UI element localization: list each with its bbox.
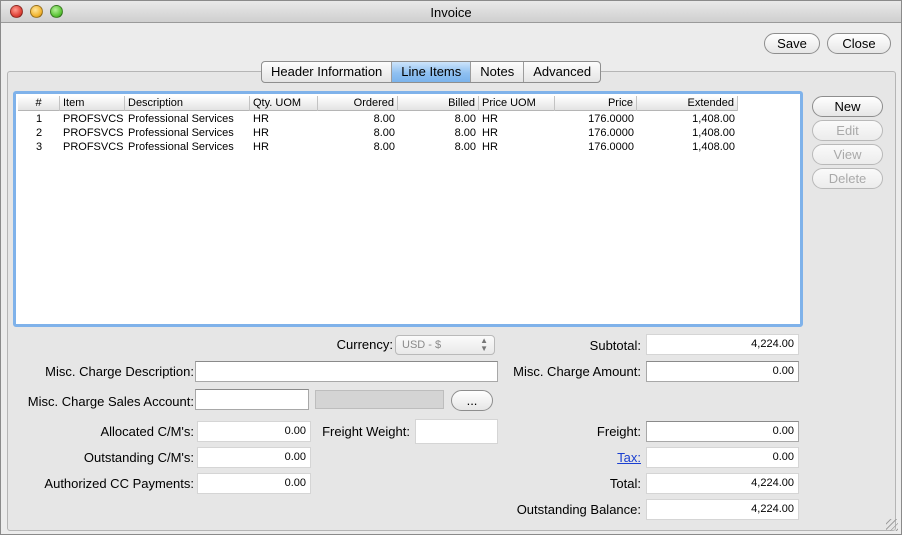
authorized-cc-payments-label: Authorized CC Payments:	[44, 476, 194, 491]
tab-bar: Header Information Line Items Notes Adva…	[261, 61, 602, 83]
cell-number: 2	[35, 127, 43, 139]
misc-charge-account-description	[315, 390, 444, 409]
column-header-qty-uom[interactable]: Qty. UOM	[250, 96, 318, 111]
cell-price-uom: HR	[482, 113, 498, 125]
misc-charge-amount-label: Misc. Charge Amount:	[513, 364, 641, 379]
tab-notes[interactable]: Notes	[471, 62, 525, 82]
column-header-number[interactable]: #	[18, 96, 60, 111]
column-header-billed[interactable]: Billed	[398, 96, 479, 111]
cell-price: 176.0000	[588, 113, 634, 125]
allocated-cm-value: 0.00	[197, 421, 311, 442]
cell-item: PROFSVCS	[63, 127, 124, 139]
cell-number: 1	[35, 113, 43, 125]
cell-extended: 1,408.00	[692, 141, 735, 153]
column-header-extended[interactable]: Extended	[637, 96, 738, 111]
cell-description: Professional Services	[128, 113, 234, 125]
cell-description: Professional Services	[128, 141, 234, 153]
freight-label: Freight:	[596, 424, 641, 439]
cell-billed: 8.00	[454, 127, 476, 139]
save-button[interactable]: Save	[764, 33, 820, 54]
new-line-button[interactable]: New	[812, 96, 883, 117]
currency-label: Currency:	[336, 337, 393, 352]
table-body: 1 PROFSVCS Professional Services HR 8.00…	[18, 112, 738, 154]
subtotal-label: Subtotal:	[589, 338, 641, 353]
cell-price: 176.0000	[588, 127, 634, 139]
cell-qty-uom: HR	[253, 113, 269, 125]
outstanding-balance-label: Outstanding Balance:	[516, 502, 641, 517]
tab-line-items[interactable]: Line Items	[392, 62, 472, 82]
cell-price-uom: HR	[482, 141, 498, 153]
resize-grip-icon[interactable]	[886, 519, 898, 531]
cell-ordered: 8.00	[373, 127, 395, 139]
freight-weight-label: Freight Weight:	[322, 424, 410, 439]
stepper-arrows-icon: ▲ ▼	[480, 336, 488, 353]
cell-number: 3	[35, 141, 43, 153]
total-label: Total:	[609, 476, 641, 491]
cell-extended: 1,408.00	[692, 113, 735, 125]
line-items-table[interactable]: # Item Description Qty. UOM Ordered Bill…	[13, 91, 803, 327]
freight-weight-value	[415, 419, 498, 444]
tax-label: Tax:	[541, 450, 641, 465]
close-button[interactable]: Close	[827, 33, 891, 54]
tax-value: 0.00	[646, 447, 799, 468]
tab-header-information[interactable]: Header Information	[262, 62, 393, 82]
account-lookup-button[interactable]: ...	[451, 390, 493, 411]
allocated-cm-label: Allocated C/M's:	[100, 424, 194, 439]
cell-price-uom: HR	[482, 127, 498, 139]
total-value: 4,224.00	[646, 473, 799, 494]
cell-qty-uom: HR	[253, 141, 269, 153]
view-line-button[interactable]: View	[812, 144, 883, 165]
cell-qty-uom: HR	[253, 127, 269, 139]
cell-price: 176.0000	[588, 141, 634, 153]
freight-field[interactable]: 0.00	[646, 421, 799, 442]
misc-charge-description-field[interactable]	[195, 361, 498, 382]
table-row[interactable]: 2 PROFSVCS Professional Services HR 8.00…	[18, 126, 738, 140]
column-header-item[interactable]: Item	[60, 96, 125, 111]
subtotal-value: 4,224.00	[646, 334, 799, 355]
cell-billed: 8.00	[454, 113, 476, 125]
currency-value: USD - $	[402, 339, 442, 351]
cell-ordered: 8.00	[373, 141, 395, 153]
outstanding-cm-label: Outstanding C/M's:	[83, 450, 194, 465]
cell-ordered: 8.00	[373, 113, 395, 125]
column-header-price-uom[interactable]: Price UOM	[479, 96, 555, 111]
outstanding-balance-value: 4,224.00	[646, 499, 799, 520]
cell-description: Professional Services	[128, 127, 234, 139]
cell-billed: 8.00	[454, 141, 476, 153]
edit-line-button[interactable]: Edit	[812, 120, 883, 141]
outstanding-cm-value: 0.00	[197, 447, 311, 468]
tab-advanced[interactable]: Advanced	[524, 62, 600, 82]
misc-charge-sales-account-field[interactable]	[195, 389, 309, 410]
table-row[interactable]: 1 PROFSVCS Professional Services HR 8.00…	[18, 112, 738, 126]
misc-charge-amount-field[interactable]: 0.00	[646, 361, 799, 382]
title-bar: Invoice	[1, 1, 901, 23]
authorized-cc-payments-value: 0.00	[197, 473, 311, 494]
invoice-window: Invoice Save Close Header Information Li…	[0, 0, 902, 535]
table-header: # Item Description Qty. UOM Ordered Bill…	[18, 96, 738, 111]
window-title: Invoice	[430, 5, 472, 20]
cell-item: PROFSVCS	[63, 141, 124, 153]
currency-select[interactable]: USD - $ ▲ ▼	[395, 335, 495, 355]
column-header-ordered[interactable]: Ordered	[318, 96, 398, 111]
cell-item: PROFSVCS	[63, 113, 124, 125]
column-header-description[interactable]: Description	[125, 96, 250, 111]
column-header-price[interactable]: Price	[555, 96, 637, 111]
table-row[interactable]: 3 PROFSVCS Professional Services HR 8.00…	[18, 140, 738, 154]
cell-extended: 1,408.00	[692, 127, 735, 139]
delete-line-button[interactable]: Delete	[812, 168, 883, 189]
misc-charge-description-label: Misc. Charge Description:	[45, 364, 194, 379]
tax-link[interactable]: Tax:	[617, 450, 641, 465]
misc-charge-sales-account-label: Misc. Charge Sales Account:	[27, 394, 194, 409]
